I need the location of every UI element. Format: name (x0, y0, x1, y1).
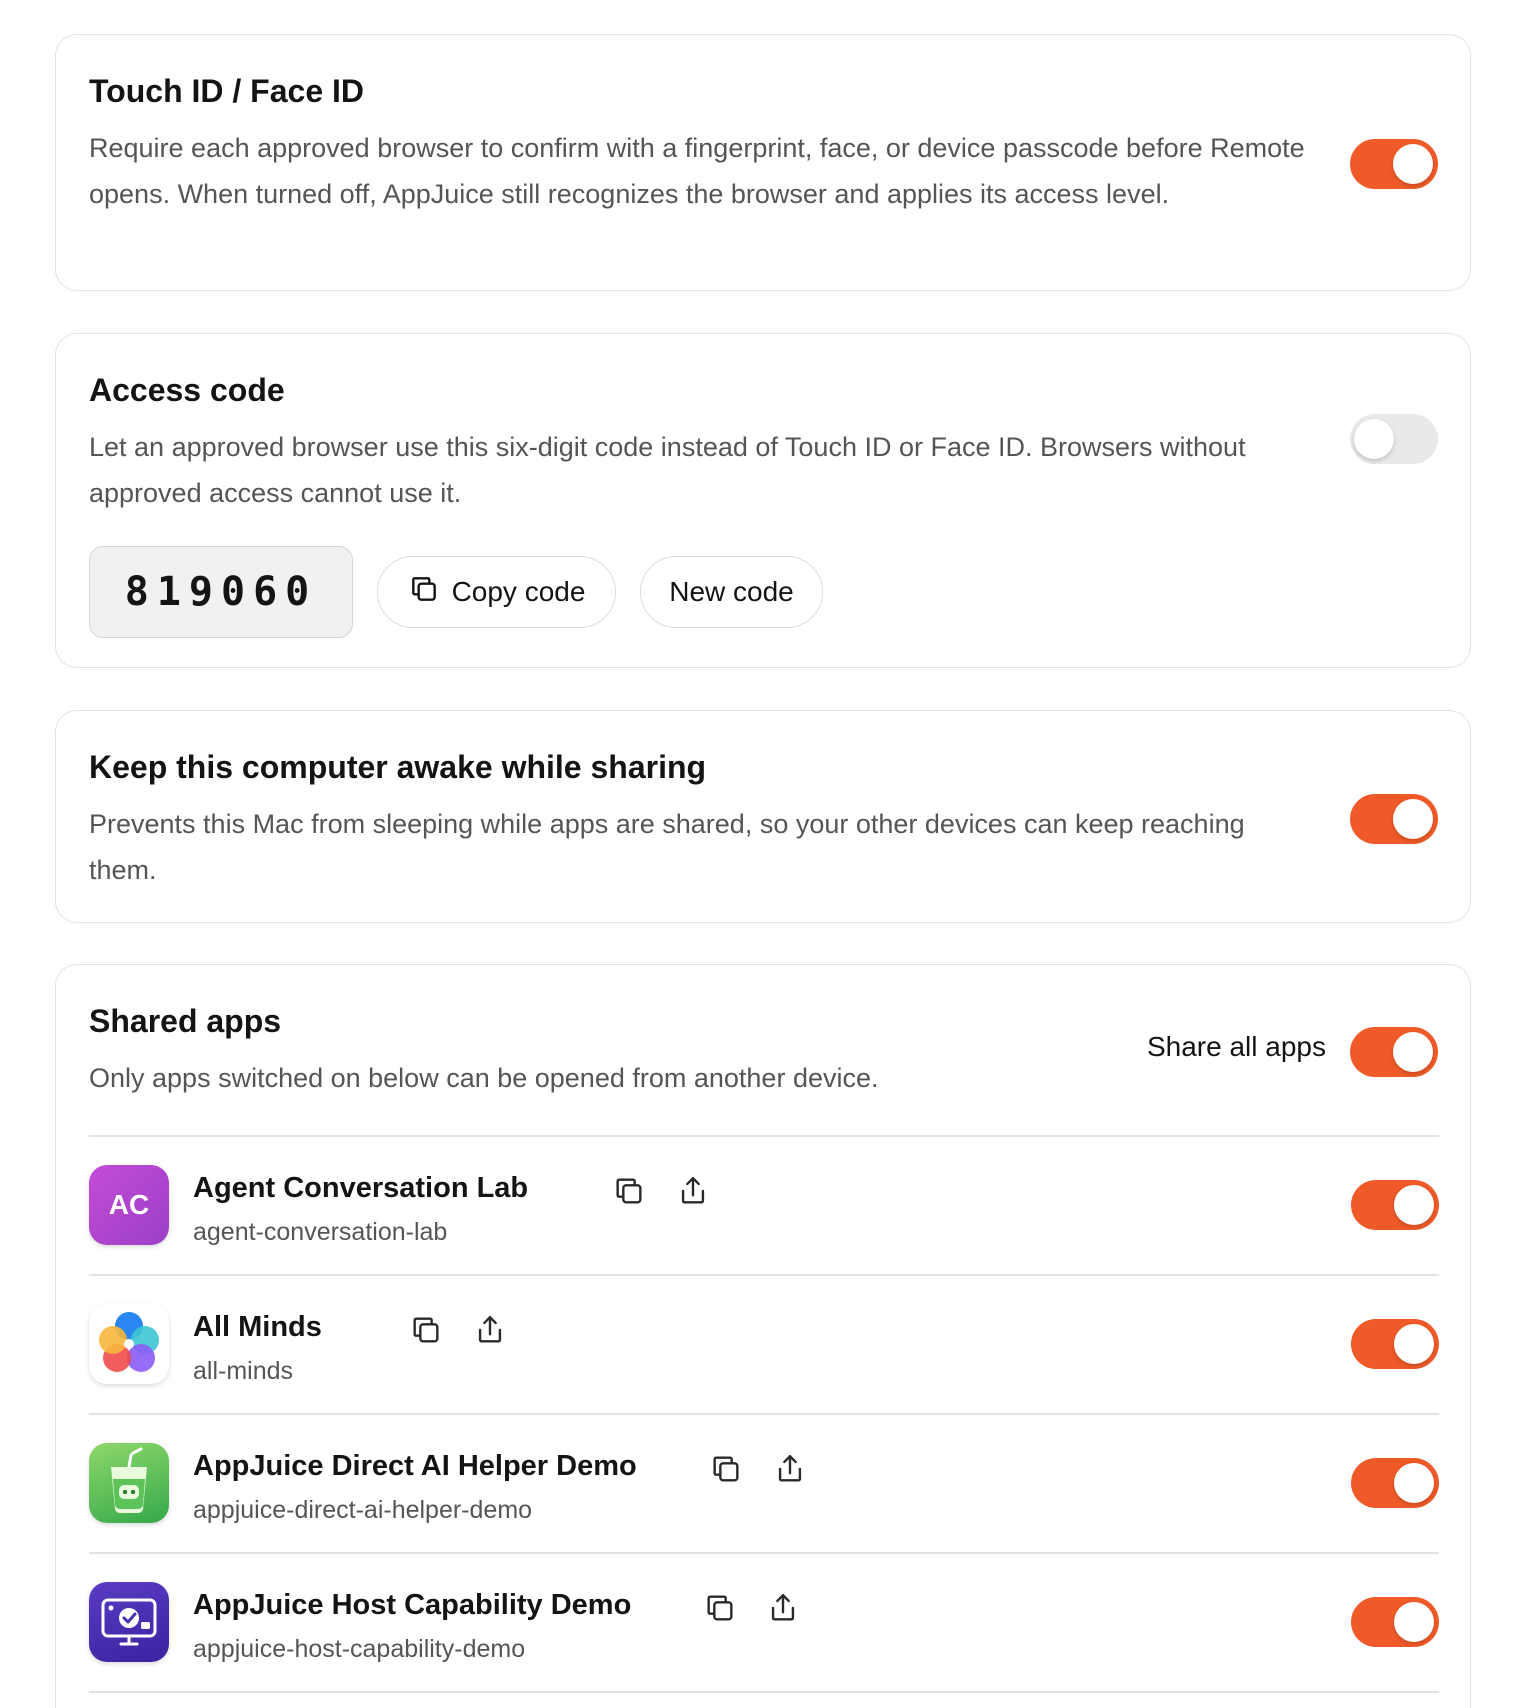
app-name: All Minds (193, 1311, 322, 1343)
new-code-button[interactable]: New code (640, 556, 823, 628)
app-name: AppJuice Host Capability Demo (193, 1589, 632, 1621)
copy-code-button[interactable]: Copy code (377, 556, 616, 628)
toggle-knob (1354, 419, 1394, 459)
divider (89, 1691, 1439, 1693)
touch-id-description: Require each approved browser to confirm… (89, 133, 1305, 209)
copy-icon[interactable] (703, 1591, 737, 1625)
shared-apps-description: Only apps switched on below can be opene… (89, 1063, 879, 1093)
toggle-knob (1393, 799, 1433, 839)
app-row-appjuice-host-capability-demo: AppJuice Host Capability Demo appjuice-h… (89, 1553, 1439, 1691)
app-slug: appjuice-direct-ai-helper-demo (193, 1496, 533, 1524)
shared-apps-card: Shared apps Only apps switched on below … (55, 964, 1471, 1708)
keep-awake-title: Keep this computer awake while sharing (89, 749, 707, 785)
share-all-apps-label: Share all apps (1146, 1031, 1326, 1062)
toggle-knob (1394, 1602, 1434, 1642)
access-code-value: 819060 (89, 546, 353, 638)
new-code-label: New code (669, 576, 794, 607)
keep-awake-description: Prevents this Mac from sleeping while ap… (89, 809, 1245, 885)
app-share-toggle[interactable] (1351, 1458, 1439, 1508)
share-icon[interactable] (773, 1452, 807, 1486)
share-icon[interactable] (676, 1174, 710, 1208)
toggle-knob (1393, 1032, 1433, 1072)
access-code-description: Let an approved browser use this six-dig… (89, 432, 1246, 508)
juice-cup-robot-icon (89, 1443, 169, 1523)
app-share-toggle[interactable] (1351, 1597, 1439, 1647)
shared-apps-title: Shared apps (89, 1003, 282, 1039)
host-monitor-check-icon (89, 1582, 169, 1662)
app-slug: all-minds (193, 1357, 294, 1385)
app-share-toggle[interactable] (1351, 1319, 1439, 1369)
toggle-knob (1394, 1185, 1434, 1225)
flower-petals-icon (89, 1304, 169, 1384)
ac-monogram-icon: AC (89, 1165, 169, 1245)
keep-awake-card: Keep this computer awake while sharing P… (55, 710, 1471, 923)
share-icon[interactable] (766, 1591, 800, 1625)
keep-awake-toggle[interactable] (1350, 794, 1438, 844)
app-name: AppJuice Direct AI Helper Demo (193, 1450, 637, 1482)
touch-id-card: Touch ID / Face ID Require each approved… (55, 34, 1471, 291)
touch-id-toggle[interactable] (1350, 139, 1438, 189)
access-code-title: Access code (89, 372, 285, 408)
copy-icon[interactable] (612, 1174, 646, 1208)
touch-id-title: Touch ID / Face ID (89, 73, 364, 109)
share-all-apps-toggle[interactable] (1350, 1027, 1438, 1077)
remote-settings-page: Touch ID / Face ID Require each approved… (0, 0, 1520, 1708)
app-slug: agent-conversation-lab (193, 1218, 448, 1246)
copy-icon[interactable] (409, 1313, 443, 1347)
app-name: Agent Conversation Lab (193, 1172, 529, 1204)
app-slug: appjuice-host-capability-demo (193, 1635, 526, 1663)
app-row-appjuice-direct-ai-helper-demo: AppJuice Direct AI Helper Demo appjuice-… (89, 1414, 1439, 1552)
copy-icon[interactable] (709, 1452, 743, 1486)
copy-icon (408, 573, 440, 612)
access-code-card: Access code Let an approved browser use … (55, 333, 1471, 668)
toggle-knob (1394, 1324, 1434, 1364)
app-row-agent-conversation-lab: AC Agent Conversation Lab agent-conversa… (89, 1136, 1439, 1274)
access-code-toggle[interactable] (1350, 414, 1438, 464)
share-icon[interactable] (473, 1313, 507, 1347)
app-icon-text: AC (108, 1189, 150, 1220)
app-share-toggle[interactable] (1351, 1180, 1439, 1230)
copy-code-label: Copy code (451, 576, 586, 607)
toggle-knob (1393, 144, 1433, 184)
app-row-all-minds: All Minds all-minds (89, 1275, 1439, 1413)
toggle-knob (1394, 1463, 1434, 1503)
